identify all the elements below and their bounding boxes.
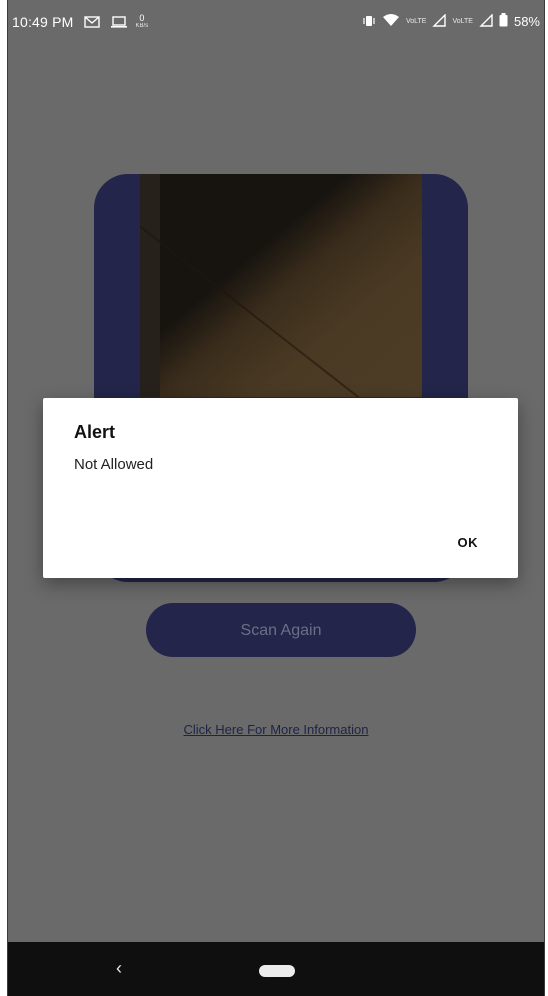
volte-badge-2: VoLTE xyxy=(452,18,473,25)
alert-ok-button[interactable]: OK xyxy=(458,535,479,550)
signal-icon-2 xyxy=(479,12,493,30)
network-speed: 0 KB/s xyxy=(136,14,149,30)
network-speed-value: 0 xyxy=(139,13,145,23)
status-bar-left: 10:49 PM 0 KB/s xyxy=(12,14,149,31)
alert-title: Alert xyxy=(74,422,116,442)
status-bar: 10:49 PM 0 KB/s VoLTE VoLTE 58% xyxy=(8,0,544,44)
network-speed-unit: KB/s xyxy=(135,23,149,29)
home-pill-icon[interactable] xyxy=(259,965,295,977)
camera-preview-edge xyxy=(140,174,160,397)
battery-percent: 58% xyxy=(513,14,540,29)
camera-preview xyxy=(140,174,422,397)
status-bar-right: VoLTE VoLTE 58% xyxy=(362,12,540,30)
phone-screen: 10:49 PM 0 KB/s VoLTE VoLTE 58% Scan Aga… xyxy=(8,0,544,996)
alert-message: Not Allowed xyxy=(74,456,154,473)
laptop-icon xyxy=(110,16,127,28)
volte-badge-1: VoLTE xyxy=(405,18,427,25)
scan-again-button[interactable]: Scan Again xyxy=(146,603,416,657)
gmail-icon xyxy=(83,16,100,28)
more-information-link[interactable]: Click Here For More Information xyxy=(8,722,544,737)
navigation-bar: ‹ xyxy=(8,942,544,996)
status-time: 10:49 PM xyxy=(12,14,74,30)
battery-icon xyxy=(499,13,508,30)
signal-icon xyxy=(432,12,447,30)
wifi-icon xyxy=(382,13,400,30)
camera-preview-edge-line xyxy=(140,194,422,397)
vibrate-icon xyxy=(362,14,376,30)
back-icon[interactable]: ‹ xyxy=(116,958,122,979)
alert-dialog: Alert Not Allowed OK xyxy=(43,398,518,578)
